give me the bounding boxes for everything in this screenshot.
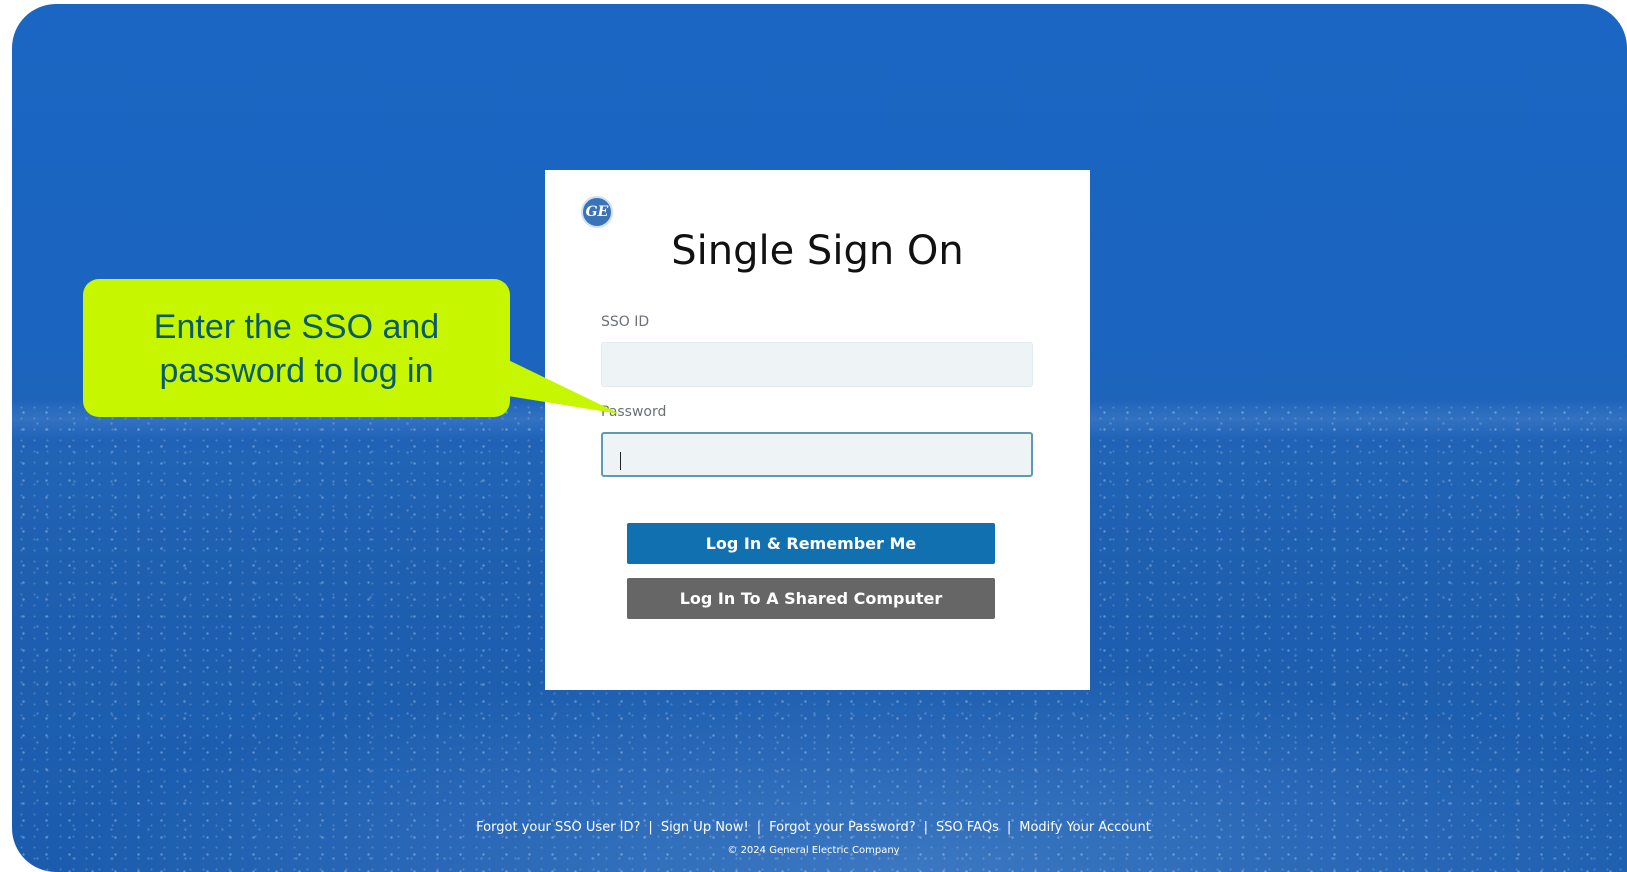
ge-logo-icon: GE [581, 196, 613, 228]
login-remember-button[interactable]: Log In & Remember Me [627, 523, 995, 564]
modify-account-link[interactable]: Modify Your Account [1019, 820, 1151, 835]
forgot-sso-id-link[interactable]: Forgot your SSO User ID? [476, 820, 640, 835]
forgot-password-link[interactable]: Forgot your Password? [769, 820, 916, 835]
callout-line-1: Enter the SSO and [153, 308, 440, 346]
login-shared-computer-button[interactable]: Log In To A Shared Computer [627, 578, 995, 619]
sso-id-label: SSO ID [601, 314, 650, 330]
copyright-text: © 2024 General Electric Company [727, 845, 900, 856]
sign-up-link[interactable]: Sign Up Now! [661, 820, 749, 835]
callout-text: Enter the SSO and password to log in [83, 305, 510, 393]
callout-line-2: password to log in [159, 352, 434, 390]
separator: | [648, 820, 653, 835]
separator: | [1006, 820, 1012, 835]
instruction-callout: Enter the SSO and password to log in [83, 279, 510, 417]
separator: | [756, 820, 762, 835]
page-title: Single Sign On [671, 228, 964, 274]
login-card: GE Single Sign On SSO ID Password Log In… [545, 170, 1090, 690]
footer-links: Forgot your SSO User ID? | Sign Up Now! | Fo… [0, 820, 1627, 835]
separator: | [923, 820, 929, 835]
sso-id-input[interactable] [601, 342, 1033, 387]
text-cursor [620, 452, 621, 470]
password-label: Password [601, 404, 667, 420]
sso-faqs-link[interactable]: SSO FAQs [936, 820, 999, 835]
password-input[interactable] [601, 432, 1033, 477]
